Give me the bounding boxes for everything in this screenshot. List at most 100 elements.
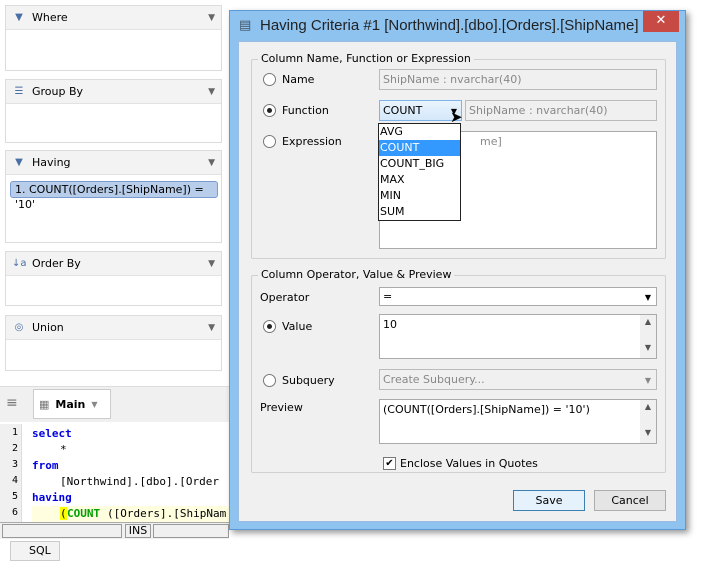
code-line: from [32,459,59,472]
order-by-header[interactable]: ↓a Order By ▼ [6,252,221,276]
function-argument-field[interactable]: ShipName : nvarchar(40) [465,100,657,121]
name-field: ShipName : nvarchar(40) [379,69,657,90]
operator-value: = [383,290,393,303]
menu-icon[interactable]: ≡ [6,395,18,411]
group-by-label: Group By [32,85,84,98]
value-text: 10 [383,318,397,331]
function-label: Function [282,104,329,117]
line-number: 4 [11,475,18,486]
mouse-cursor-icon: ➤ [450,108,463,126]
where-header[interactable]: ▼ Where ▼ [6,6,221,30]
line-number: 2 [11,443,18,454]
option-count[interactable]: COUNT [379,140,460,156]
dialog-title: Having Criteria #1 [Northwind].[dbo].[Or… [260,17,639,34]
function-value: COUNT [383,104,423,117]
function-dropdown-list: AVG COUNT COUNT_BIG MAX MIN SUM [378,123,461,221]
sql-editor[interactable]: 1 2 3 4 5 6 select * from [Northwind].[d… [0,424,229,522]
tab-sql[interactable]: SQL [10,541,60,561]
dialog-body: Column Name, Function or Expression Name… [238,41,677,522]
close-button[interactable]: ✕ [643,11,679,32]
group-by-panel: ☰ Group By ▼ [5,79,222,143]
chevron-down-icon[interactable]: ▼ [208,323,215,333]
having-panel: ▼ Having ▼ 1. COUNT([Orders].[ShipName]) =… [5,150,222,243]
name-radio[interactable]: Name [263,73,314,86]
current-line: ( COUNT ([Orders].[ShipNam [32,506,229,522]
preview-label: Preview [260,401,303,414]
union-panel: ◎ Union ▼ [5,315,222,371]
code-line: ([Orders].[ShipNam [107,507,227,520]
expression-radio[interactable]: Expression [263,135,342,148]
bracket-highlight: ( [60,507,67,520]
check-icon: ✔ [383,457,396,470]
chevron-down-icon[interactable]: ▼ [208,13,215,23]
having-header[interactable]: ▼ Having ▼ [6,151,221,175]
subquery-radio[interactable]: Subquery [263,374,335,387]
chevron-down-icon[interactable]: ▼ [208,158,215,168]
insert-mode: INS [125,524,151,538]
line-number: 3 [11,459,18,470]
code-line: having [32,491,72,504]
scrollbar[interactable]: ▲ ▼ [640,315,656,358]
line-number: 5 [11,491,18,502]
code-function: COUNT [67,507,101,520]
function-radio[interactable]: Function [263,104,329,117]
expression-label: Expression [282,135,342,148]
tab-main-label: Main [55,397,86,411]
value-label: Value [282,320,313,333]
chevron-down-icon[interactable]: ▼ [208,259,215,269]
order-by-panel: ↓a Order By ▼ [5,251,222,306]
enclose-quotes-checkbox[interactable]: ✔ Enclose Values in Quotes [383,457,538,470]
line-number: 1 [11,427,18,438]
operator-group: Column Operator, Value & Preview Operato… [251,268,666,473]
dialog-icon: ▤ [239,18,252,33]
order-by-label: Order By [32,257,81,270]
line-number: 6 [11,507,18,518]
preview-text: (COUNT([Orders].[ShipName]) = '10') [383,403,590,416]
scrollbar[interactable]: ▲ ▼ [640,400,656,443]
subquery-value: Create Subquery... [383,373,485,386]
group-by-header[interactable]: ☰ Group By ▼ [6,80,221,104]
code-line: [Northwind].[dbo].[Order [60,475,219,488]
option-count-big[interactable]: COUNT_BIG [379,156,460,172]
union-label: Union [32,321,64,334]
where-panel: ▼ Where ▼ [5,5,222,71]
union-icon: ◎ [14,321,24,333]
value-radio[interactable]: Value [263,320,312,333]
code-line: * [60,443,67,456]
column-group-label: Column Name, Function or Expression [258,52,474,65]
tab-bar: ≡ ▦ Main ▼ [0,386,229,422]
chevron-down-icon: ▼ [644,293,651,302]
group-icon: ☰ [14,85,24,97]
where-label: Where [32,11,68,24]
cancel-button[interactable]: Cancel [594,490,666,511]
having-item[interactable]: 1. COUNT([Orders].[ShipName]) = '10' [10,181,218,211]
option-min[interactable]: MIN [379,188,460,204]
option-avg[interactable]: AVG [379,124,460,140]
enclose-quotes-label: Enclose Values in Quotes [400,457,538,470]
tab-sql-label: SQL [29,544,51,557]
chevron-down-icon: ▼ [644,376,651,385]
chevron-down-icon[interactable]: ▼ [208,87,215,97]
chevron-down-icon[interactable]: ▼ [91,400,97,409]
having-criteria-dialog: ▤ Having Criteria #1 [Northwind].[dbo].[… [229,10,686,530]
sort-az-icon: ↓a [12,257,27,269]
value-textarea[interactable]: 10 ▲ ▼ [379,314,657,359]
option-max[interactable]: MAX [379,172,460,188]
status-bar: INS [0,522,229,539]
operator-select[interactable]: = ▼ [379,287,657,306]
operator-group-label: Column Operator, Value & Preview [258,268,455,281]
line-gutter: 1 2 3 4 5 6 [0,424,22,522]
tab-main[interactable]: ▦ Main ▼ [33,389,111,419]
union-header[interactable]: ◎ Union ▼ [6,316,221,340]
subquery-select: Create Subquery... ▼ [379,369,657,390]
operator-label: Operator [260,291,310,304]
save-button[interactable]: Save [513,490,585,511]
code-line: select [32,427,72,440]
option-sum[interactable]: SUM [379,204,460,220]
filter-icon: ▼ [15,11,23,23]
subquery-label: Subquery [282,374,335,387]
having-label: Having [32,156,71,169]
layout-icon: ▦ [39,397,50,411]
having-icon: ▼ [15,156,23,168]
preview-textarea[interactable]: (COUNT([Orders].[ShipName]) = '10') ▲ ▼ [379,399,657,444]
